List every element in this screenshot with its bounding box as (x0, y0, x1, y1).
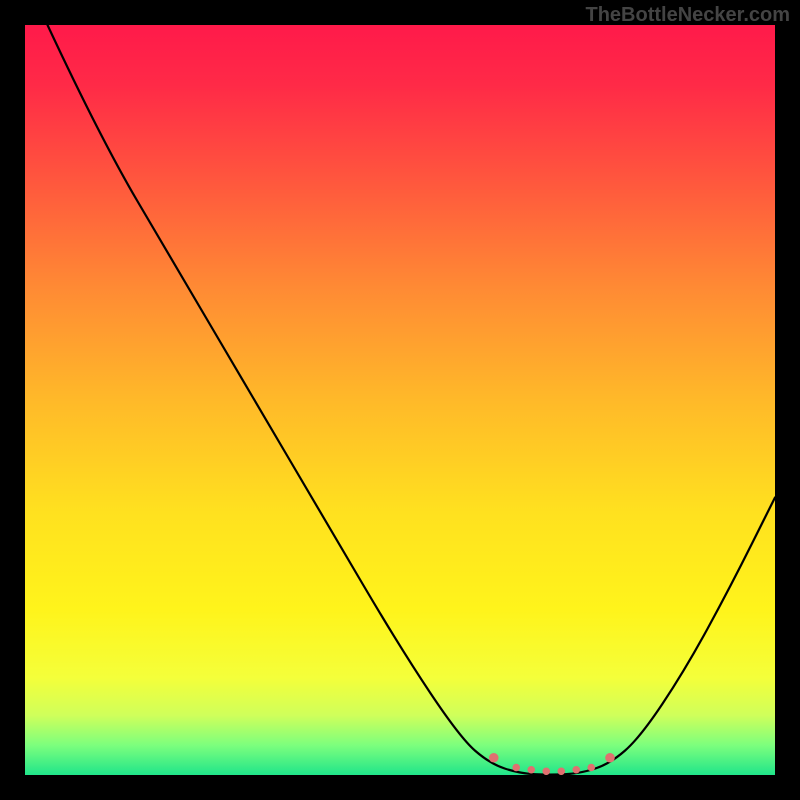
gradient-background (25, 25, 775, 775)
chart-svg (25, 25, 775, 775)
marker-dot (587, 764, 595, 772)
marker-dot (542, 767, 550, 775)
marker-dot (527, 766, 535, 774)
attribution-text: TheBottleNecker.com (585, 4, 790, 27)
marker-dot (489, 753, 499, 763)
marker-dot (512, 764, 520, 772)
marker-dot (572, 766, 580, 774)
marker-dot (605, 753, 615, 763)
chart-area (25, 25, 775, 775)
marker-dot (557, 767, 565, 775)
